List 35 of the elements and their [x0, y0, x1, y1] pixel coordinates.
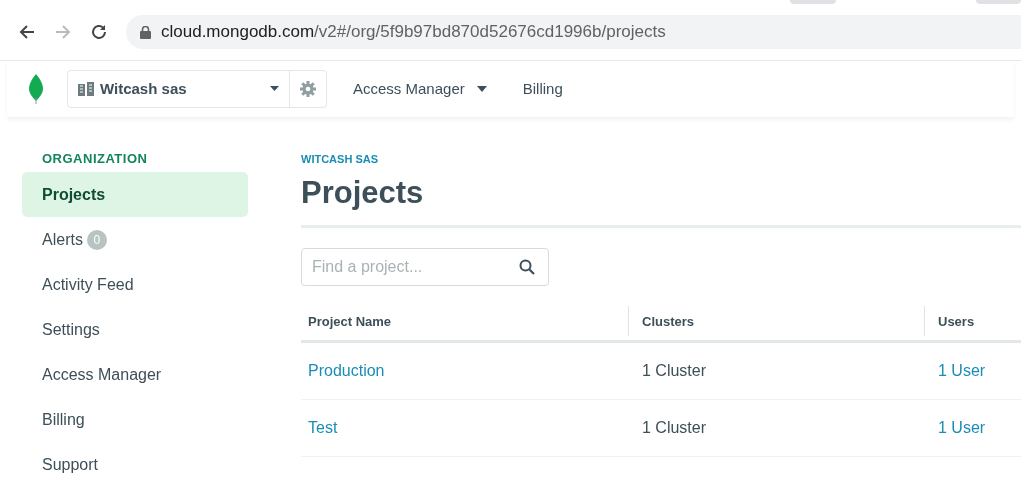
sidebar-item[interactable]: Projects — [22, 172, 248, 217]
settings-icon[interactable] — [300, 80, 316, 97]
sidebar-item[interactable]: Activity Feed — [22, 262, 248, 307]
caret-icon — [270, 86, 279, 92]
table-link[interactable]: 1 User — [924, 362, 1021, 380]
sidebar-item[interactable]: Support — [22, 442, 248, 487]
table-link[interactable]: Production — [301, 362, 628, 380]
search-field[interactable]: Find a project... — [301, 248, 549, 286]
page-title: Projects — [301, 175, 425, 211]
forward-icon[interactable] — [54, 23, 72, 41]
sidebar-heading: ORGANIZATION — [41, 151, 149, 166]
sidebar-item[interactable]: Alerts 0 — [22, 217, 248, 262]
lock-icon — [140, 25, 151, 39]
sidebar-item-label: Alerts — [42, 230, 83, 249]
nav-link[interactable]: Access Manager — [353, 80, 487, 98]
table-cell-text: 1 Cluster — [641, 362, 708, 380]
count-badge: 0 — [86, 229, 107, 250]
sidebar-item[interactable]: Settings — [22, 307, 248, 352]
column-header[interactable]: Project Name — [301, 306, 628, 336]
sidebar-item[interactable]: Billing — [22, 397, 248, 442]
column-header[interactable]: Users — [924, 306, 1021, 336]
table-link[interactable]: 1 User — [924, 419, 1021, 437]
table-cell-text: 1 Cluster — [641, 419, 708, 437]
table-link[interactable]: Test — [301, 419, 628, 437]
nav-link[interactable]: Billing — [522, 80, 563, 98]
back-icon[interactable] — [18, 23, 36, 41]
url-text: cloud.mongodb.com/v2#/org/5f9b97bd870d52676cd1996b/projects — [161, 22, 666, 42]
reload-icon[interactable] — [90, 23, 108, 41]
breadcrumb[interactable]: WITCASH SAS — [301, 153, 1021, 165]
sidebar-item[interactable]: Access Manager — [22, 352, 248, 397]
building-icon — [78, 81, 94, 96]
leaf-logo[interactable] — [29, 73, 43, 104]
search-icon[interactable] — [519, 259, 535, 275]
column-header[interactable]: Clusters — [628, 306, 924, 336]
address-bar[interactable]: cloud.mongodb.com/v2#/org/5f9b97bd870d52676cd1996b/projects — [126, 15, 1021, 49]
